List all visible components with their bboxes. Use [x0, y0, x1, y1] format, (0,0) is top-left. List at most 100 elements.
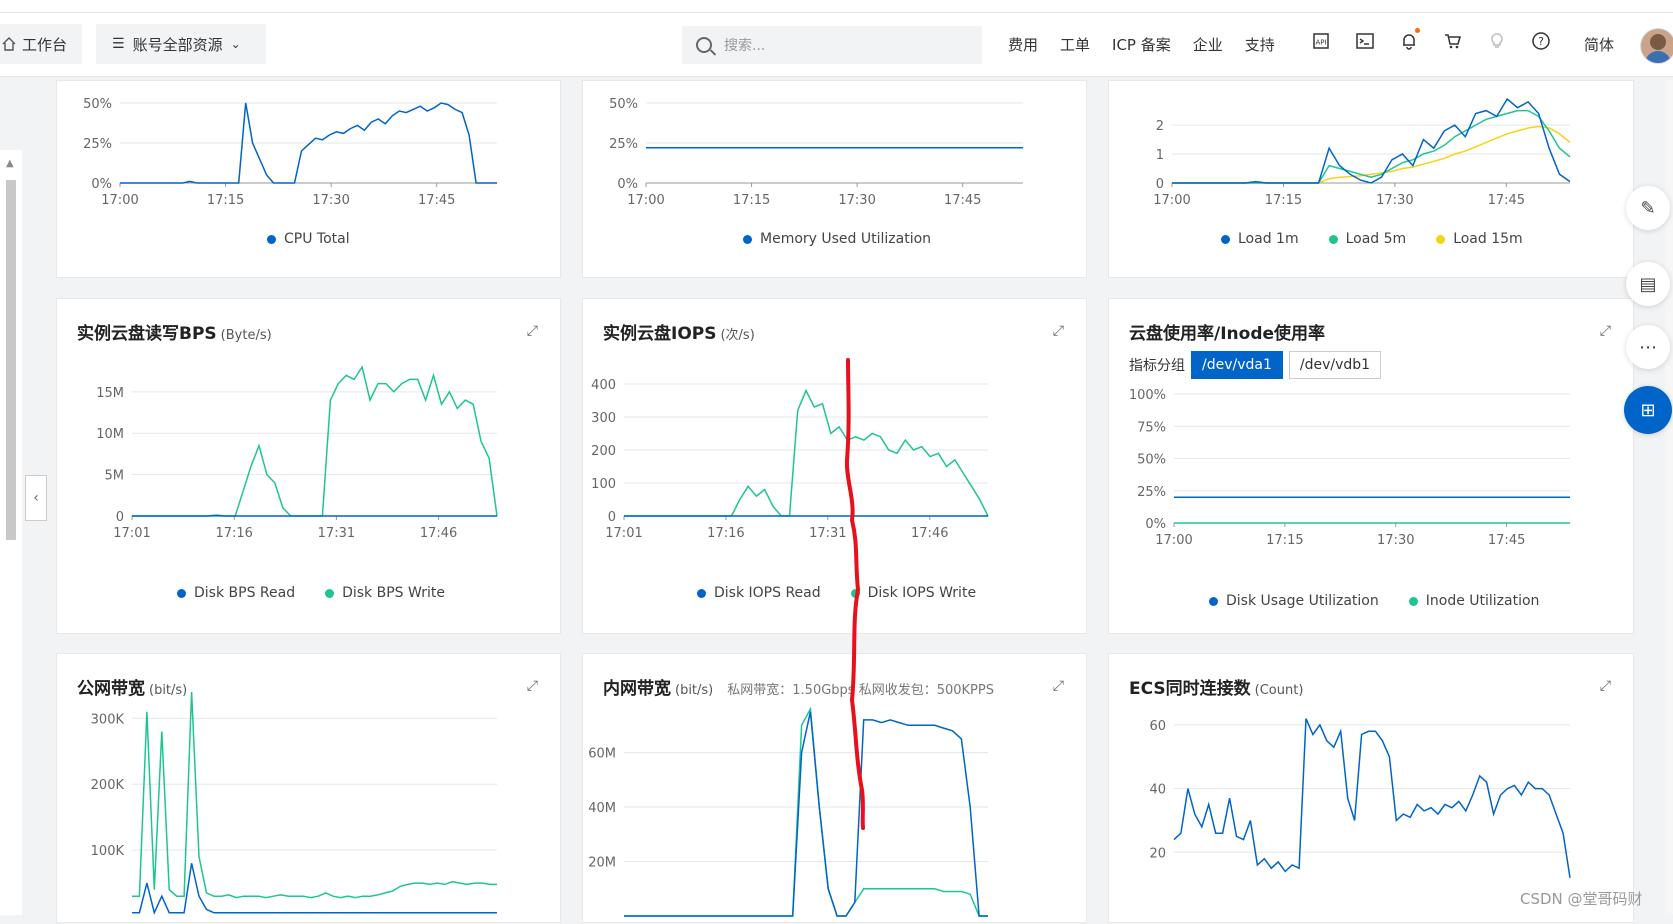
card-title-text: 实例云盘IOPS — [603, 324, 717, 344]
iops-legend: Disk IOPS Read Disk IOPS Write — [697, 585, 1006, 601]
expand-icon[interactable]: ⤢ — [1600, 678, 1611, 694]
svg-text:?: ? — [1538, 35, 1544, 48]
x-tick-label: 17:00 — [101, 193, 138, 208]
resource-scope-dropdown[interactable]: ☰ 账号全部资源 ⌄ — [96, 24, 266, 64]
tab-dev-vda1[interactable]: /dev/vda1 — [1191, 351, 1283, 379]
y-tick-label: 0% — [1145, 517, 1166, 532]
nav-link-tickets[interactable]: 工单 — [1060, 34, 1090, 55]
card-title: 内网带宽 (bit/s) 私网带宽：1.50Gbps 私网收发包：500KPPS — [603, 674, 994, 699]
terminal-icon[interactable] — [1354, 30, 1376, 52]
y-tick-label: 0 — [116, 510, 124, 525]
apps-grid-icon[interactable]: ⊞ — [1624, 386, 1672, 434]
language-switch[interactable]: 简体 — [1584, 34, 1614, 55]
x-tick-label: 17:00 — [1155, 533, 1192, 548]
bell-icon[interactable] — [1398, 28, 1420, 52]
expand-icon[interactable]: ⤢ — [527, 678, 538, 694]
resource-scope-label: 账号全部资源 — [132, 35, 223, 54]
y-tick-label: 0% — [617, 177, 638, 192]
card-title-text: ECS同时连接数 — [1129, 679, 1251, 699]
sidebar-scrollbar[interactable]: ▲ — [0, 150, 22, 915]
chevron-down-icon: ⌄ — [230, 37, 241, 51]
x-tick-label: 17:45 — [1488, 533, 1525, 548]
load-chart-card: 0 1 2 17:00 17:15 17:30 17:45 Load 1m Load 5m … — [1108, 80, 1634, 278]
y-tick-label: 5M — [105, 469, 125, 484]
search-input[interactable]: 搜索... — [682, 26, 982, 64]
card-title: 实例云盘IOPS (次/s) — [603, 319, 755, 344]
expand-icon[interactable]: ⤢ — [1053, 678, 1064, 694]
legend-item[interactable]: Inode Utilization — [1408, 593, 1539, 609]
y-tick-label: 2 — [1156, 119, 1164, 134]
legend-item[interactable]: Load 15m — [1436, 231, 1523, 247]
top-links: 费用 工单 ICP 备案 企业 支持 — [1008, 34, 1297, 55]
card-extra-info: 私网带宽：1.50Gbps 私网收发包：500KPPS — [727, 683, 994, 698]
legend-label: Disk IOPS Write — [867, 585, 977, 601]
intranet-bandwidth-card: 20M 40M 60M 内网带宽 (bit/s) 私网带宽：1.50Gbps 私网收发包… — [582, 653, 1087, 923]
legend-item[interactable]: Load 5m — [1328, 231, 1407, 247]
bulb-icon[interactable] — [1486, 30, 1508, 52]
x-tick-label: 17:01 — [113, 526, 150, 541]
x-tick-label: 17:31 — [318, 526, 355, 541]
x-tick-label: 17:46 — [420, 526, 457, 541]
legend-item[interactable]: Memory Used Utilization — [743, 231, 931, 247]
search-icon — [696, 37, 712, 53]
card-title-text: 云盘使用率/Inode使用率 — [1129, 324, 1326, 344]
y-tick-label: 200 — [591, 444, 616, 459]
expand-icon[interactable]: ⤢ — [527, 323, 538, 339]
series-line — [624, 711, 988, 917]
sidebar-collapse-button[interactable]: ‹ — [25, 475, 47, 521]
card-title-text: 公网带宽 — [77, 679, 145, 699]
x-tick-label: 17:31 — [809, 526, 846, 541]
workbench-label: 工作台 — [22, 35, 68, 54]
legend-item[interactable]: Disk IOPS Read — [697, 585, 821, 601]
x-tick-label: 17:30 — [312, 193, 349, 208]
legend-item[interactable]: Disk IOPS Write — [850, 585, 977, 601]
cart-icon[interactable] — [1442, 30, 1464, 52]
x-tick-label: 17:15 — [1266, 533, 1303, 548]
chat-icon[interactable]: ⋯ — [1626, 325, 1670, 369]
nav-link-icp[interactable]: ICP 备案 — [1112, 34, 1171, 55]
series-line — [132, 863, 497, 915]
disk-legend: Disk Usage Utilization Inode Utilization — [1209, 593, 1569, 609]
tab-dev-vdb1[interactable]: /dev/vdb1 — [1288, 351, 1382, 379]
expand-icon[interactable]: ⤢ — [1600, 323, 1611, 339]
nav-link-support[interactable]: 支持 — [1245, 34, 1275, 55]
expand-icon[interactable]: ⤢ — [1053, 323, 1064, 339]
y-tick-label: 75% — [1137, 420, 1166, 435]
y-tick-label: 25% — [83, 137, 112, 152]
api-icon[interactable]: API — [1310, 30, 1332, 52]
scrollbar-thumb[interactable] — [6, 180, 16, 540]
avatar[interactable] — [1640, 28, 1673, 64]
legend-item[interactable]: CPU Total — [267, 231, 350, 247]
workbench-button[interactable]: 工作台 — [0, 24, 82, 64]
book-icon[interactable]: ▤ — [1626, 262, 1670, 306]
legend-label: Memory Used Utilization — [760, 231, 932, 247]
series-line — [624, 706, 988, 917]
metric-group-selector: 指标分组 /dev/vda1 /dev/vdb1 — [1129, 351, 1382, 379]
scroll-up-arrow-icon[interactable]: ▲ — [6, 158, 14, 169]
legend-item[interactable]: Disk BPS Write — [325, 585, 445, 601]
series-line — [132, 365, 498, 517]
nav-link-fees[interactable]: 费用 — [1008, 34, 1038, 55]
notification-dot — [1415, 28, 1420, 33]
series-line — [1172, 109, 1571, 184]
x-tick-label: 17:16 — [215, 526, 252, 541]
x-tick-label: 17:00 — [1153, 193, 1190, 208]
help-icon[interactable]: ? — [1530, 30, 1552, 52]
legend-item[interactable]: Load 1m — [1221, 231, 1299, 247]
x-tick-label: 17:30 — [838, 193, 875, 208]
disk-usage-chart: 0% 25% 50% 75% 100% 17:00 17:15 17:30 17:45 — [1129, 388, 1570, 548]
svg-text:API: API — [1315, 39, 1326, 47]
load-legend: Load 1m Load 5m Load 15m — [1221, 231, 1553, 247]
y-tick-label: 20 — [1149, 846, 1166, 861]
legend-item[interactable]: Disk BPS Read — [177, 585, 295, 601]
disk-bps-card: 0 5M 10M 15M 17:01 17:16 17:31 17:46 实例云盘读写BPS(… — [56, 298, 561, 634]
nav-link-enterprise[interactable]: 企业 — [1193, 34, 1223, 55]
legend-item[interactable]: Disk Usage Utilization — [1209, 593, 1379, 609]
legend-label: Load 5m — [1345, 231, 1407, 247]
y-tick-label: 40M — [588, 801, 616, 816]
legend-label: Load 1m — [1238, 231, 1299, 247]
cpu-legend: CPU Total — [267, 231, 380, 247]
y-tick-label: 20M — [588, 856, 616, 871]
edit-icon[interactable]: ✎ — [1626, 186, 1670, 230]
y-tick-label: 50% — [83, 97, 112, 112]
